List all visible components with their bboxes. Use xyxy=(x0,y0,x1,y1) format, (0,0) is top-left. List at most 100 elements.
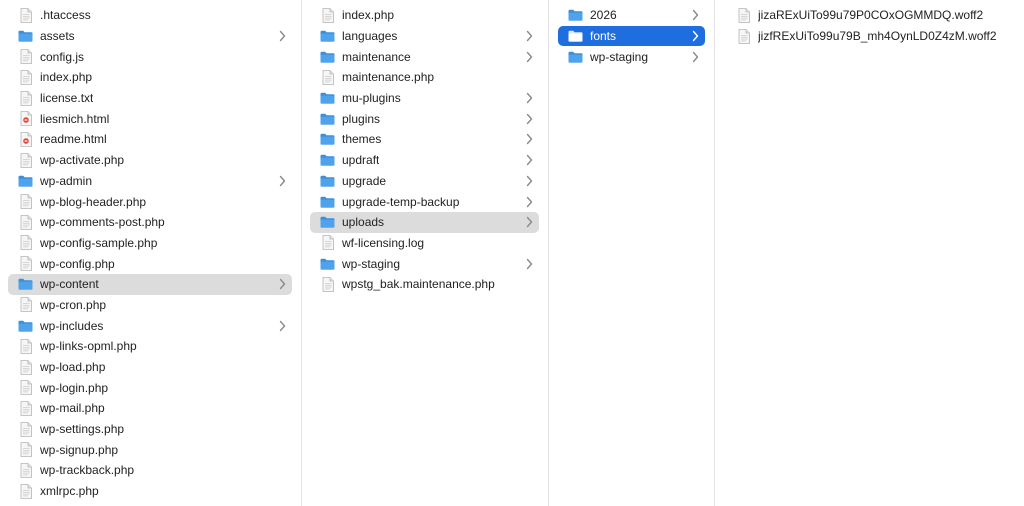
folder-item-upgrade[interactable]: upgrade xyxy=(310,171,539,192)
file-item-wp-trackback-php[interactable]: wp-trackback.php xyxy=(8,460,292,481)
document-icon xyxy=(18,194,33,210)
folder-item-wp-staging[interactable]: wp-staging xyxy=(310,253,539,274)
item-name: wpstg_bak.maintenance.php xyxy=(342,277,495,292)
chevron-right-icon xyxy=(279,30,286,42)
document-icon xyxy=(320,276,335,292)
document-icon xyxy=(18,421,33,437)
chevron-right-icon xyxy=(526,216,533,228)
folder-item-mu-plugins[interactable]: mu-plugins xyxy=(310,88,539,109)
folder-item-maintenance[interactable]: maintenance xyxy=(310,46,539,67)
column-root[interactable]: .htaccess assets config.js index.php license… xyxy=(0,0,302,506)
folder-item-uploads[interactable]: uploads xyxy=(310,211,539,233)
chevron-right-icon xyxy=(526,51,533,63)
document-icon xyxy=(18,462,33,478)
folder-icon xyxy=(18,318,33,334)
document-icon xyxy=(320,235,335,251)
document-icon xyxy=(18,214,33,230)
folder-icon xyxy=(18,173,33,189)
item-name: wp-mail.php xyxy=(40,401,105,416)
item-name: wp-login.php xyxy=(40,380,109,395)
folder-icon xyxy=(18,276,33,292)
file-item-wp-config-php[interactable]: wp-config.php xyxy=(8,253,292,274)
item-name: updraft xyxy=(342,153,380,168)
file-item-wp-links-opml-php[interactable]: wp-links-opml.php xyxy=(8,336,292,357)
chevron-right-icon xyxy=(526,92,533,104)
item-name: readme.html xyxy=(40,132,107,147)
item-name: languages xyxy=(342,29,398,44)
folder-item-languages[interactable]: languages xyxy=(310,26,539,47)
folder-item-assets[interactable]: assets xyxy=(8,26,292,47)
folder-item-2026[interactable]: 2026 xyxy=(558,5,705,26)
folder-icon xyxy=(320,152,335,168)
folder-item-wp-staging[interactable]: wp-staging xyxy=(558,46,705,67)
file-item-wp-activate-php[interactable]: wp-activate.php xyxy=(8,150,292,171)
item-name: wp-includes xyxy=(40,318,104,333)
file-item-wp-login-php[interactable]: wp-login.php xyxy=(8,377,292,398)
file-item-config-js[interactable]: config.js xyxy=(8,46,292,67)
column-uploads[interactable]: 2026 fonts wp-staging xyxy=(549,0,715,506)
file-item-liesmich-html[interactable]: liesmich.html xyxy=(8,108,292,129)
document-icon xyxy=(18,49,33,65)
folder-item-wp-admin[interactable]: wp-admin xyxy=(8,171,292,192)
folder-icon xyxy=(320,90,335,106)
chevron-right-icon xyxy=(526,30,533,42)
file-item-jizarexuito99u79p0coxogmmdq-woff2[interactable]: jizaRExUiTo99u79P0COxOGMMDQ.woff2 xyxy=(725,5,1015,26)
file-item-wp-load-php[interactable]: wp-load.php xyxy=(8,357,292,378)
folder-icon xyxy=(320,111,335,127)
item-name: wp-config-sample.php xyxy=(40,235,158,250)
item-name: index.php xyxy=(342,8,395,23)
chevron-right-icon xyxy=(526,154,533,166)
file-item-maintenance-php[interactable]: maintenance.php xyxy=(310,67,539,88)
document-icon xyxy=(18,69,33,85)
file-item-wp-comments-post-php[interactable]: wp-comments-post.php xyxy=(8,212,292,233)
item-name: index.php xyxy=(40,70,93,85)
column-uploads-list: 2026 fonts wp-staging xyxy=(549,5,714,67)
file-item-index-php[interactable]: index.php xyxy=(8,67,292,88)
item-name: wp-settings.php xyxy=(40,422,125,437)
column-fonts[interactable]: jizaRExUiTo99u79P0COxOGMMDQ.woff2 jizfREx… xyxy=(715,0,1024,506)
item-name: wp-activate.php xyxy=(40,153,125,168)
file-item-wp-signup-php[interactable]: wp-signup.php xyxy=(8,439,292,460)
file-item-index-php[interactable]: index.php xyxy=(310,5,539,26)
folder-icon xyxy=(320,256,335,272)
folder-item-updraft[interactable]: updraft xyxy=(310,150,539,171)
file-item-wpstg-bak-maintenance-php[interactable]: wpstg_bak.maintenance.php xyxy=(310,274,539,295)
folder-item-plugins[interactable]: plugins xyxy=(310,108,539,129)
file-item-htaccess[interactable]: .htaccess xyxy=(8,5,292,26)
document-icon xyxy=(18,359,33,375)
item-name: wp-load.php xyxy=(40,360,106,375)
folder-item-upgrade-temp-backup[interactable]: upgrade-temp-backup xyxy=(310,191,539,212)
item-name: maintenance.php xyxy=(342,70,435,85)
chevron-right-icon xyxy=(526,133,533,145)
document-icon xyxy=(736,28,751,44)
folder-item-wp-content[interactable]: wp-content xyxy=(8,273,292,295)
folder-item-wp-includes[interactable]: wp-includes xyxy=(8,315,292,336)
item-name: wp-trackback.php xyxy=(40,463,135,478)
file-item-wp-blog-header-php[interactable]: wp-blog-header.php xyxy=(8,191,292,212)
file-item-license-txt[interactable]: license.txt xyxy=(8,88,292,109)
chevron-right-icon xyxy=(692,51,699,63)
item-name: wp-config.php xyxy=(40,256,115,271)
file-item-wp-mail-php[interactable]: wp-mail.php xyxy=(8,398,292,419)
item-name: maintenance xyxy=(342,49,411,64)
folder-item-themes[interactable]: themes xyxy=(310,129,539,150)
folder-icon xyxy=(320,49,335,65)
column-wp-content[interactable]: index.php languages maintenance maintenance… xyxy=(302,0,549,506)
file-item-xmlrpc-php[interactable]: xmlrpc.php xyxy=(8,481,292,502)
item-name: uploads xyxy=(342,215,385,230)
file-item-wp-config-sample-php[interactable]: wp-config-sample.php xyxy=(8,233,292,254)
folder-icon xyxy=(568,7,583,23)
item-name: wf-licensing.log xyxy=(342,235,425,250)
file-item-jizfrexuito99u79b-mh4oynld0z4zm-woff2[interactable]: jizfRExUiTo99u79B_mh4OynLD0Z4zM.woff2 xyxy=(725,26,1015,47)
file-item-wp-cron-php[interactable]: wp-cron.php xyxy=(8,295,292,316)
folder-item-fonts[interactable]: fonts xyxy=(558,25,705,47)
item-name: wp-staging xyxy=(590,49,649,64)
item-name: wp-blog-header.php xyxy=(40,194,147,209)
item-name: wp-cron.php xyxy=(40,297,107,312)
file-item-readme-html[interactable]: readme.html xyxy=(8,129,292,150)
file-item-wp-settings-php[interactable]: wp-settings.php xyxy=(8,419,292,440)
item-name: liesmich.html xyxy=(40,111,110,126)
chevron-right-icon xyxy=(526,258,533,270)
file-item-wf-licensing-log[interactable]: wf-licensing.log xyxy=(310,233,539,254)
item-name: wp-admin xyxy=(40,173,93,188)
